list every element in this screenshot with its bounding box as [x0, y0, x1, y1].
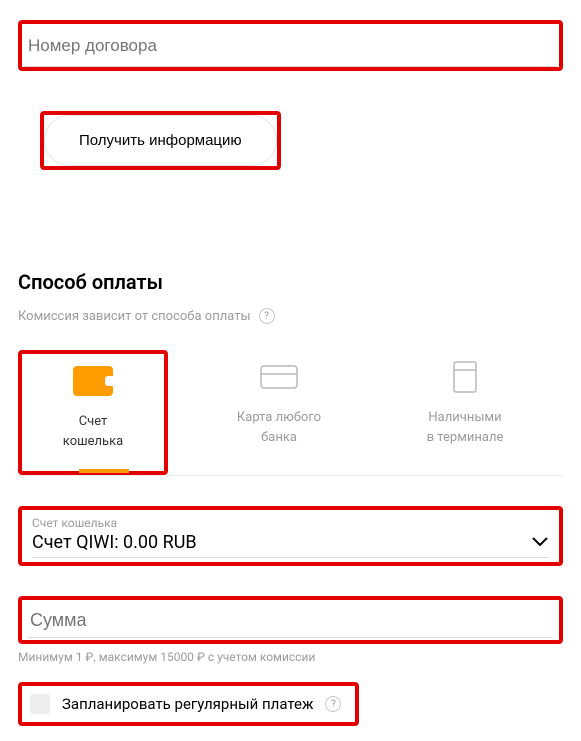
get-info-label: Получить информацию	[79, 132, 242, 149]
wallet-account-select[interactable]: Счет кошелька Счет QIWI: 0.00 RUB	[18, 506, 563, 566]
wallet-label: Счет кошелька	[63, 412, 123, 451]
schedule-help-icon[interactable]: ?	[325, 696, 341, 712]
amount-field-highlight	[18, 596, 563, 644]
get-info-button[interactable]: Получить информацию	[44, 115, 277, 166]
commission-help-icon[interactable]: ?	[259, 308, 275, 324]
payment-method-cash[interactable]: Наличными в терминале	[390, 350, 540, 475]
card-label: Карта любого банка	[237, 408, 321, 447]
payment-method-card[interactable]: Карта любого банка	[204, 350, 354, 475]
wallet-account-value-row: Счет QIWI: 0.00 RUB	[32, 532, 549, 558]
schedule-label: Запланировать регулярный платеж	[62, 695, 313, 713]
schedule-payment-row[interactable]: Запланировать регулярный платеж ?	[18, 682, 359, 726]
cash-label: Наличными в терминале	[427, 408, 504, 447]
get-info-highlight: Получить информацию	[40, 111, 281, 170]
contract-number-input[interactable]	[24, 26, 557, 67]
commission-info: Комиссия зависит от способа оплаты ?	[18, 308, 563, 324]
schedule-checkbox[interactable]	[30, 694, 50, 714]
get-info-wrap: Получить информацию	[40, 111, 281, 170]
amount-input[interactable]	[28, 604, 553, 638]
payment-method-wallet[interactable]: Счет кошелька	[18, 350, 168, 475]
commission-text: Комиссия зависит от способа оплаты	[18, 309, 251, 324]
payment-methods-row: Счет кошелька Карта любого банка Наличны…	[18, 350, 563, 476]
payment-method-title: Способ оплаты	[18, 270, 563, 294]
wallet-account-value: Счет QIWI: 0.00 RUB	[32, 532, 197, 553]
card-icon	[259, 362, 299, 392]
wallet-icon	[73, 366, 113, 396]
wallet-account-label: Счет кошелька	[32, 516, 549, 530]
terminal-icon	[445, 362, 485, 392]
contract-number-field-highlight	[18, 20, 563, 71]
amount-hint: Минимум 1 ₽, максимум 15000 ₽ с учетом к…	[18, 650, 563, 664]
chevron-down-icon	[531, 533, 549, 552]
